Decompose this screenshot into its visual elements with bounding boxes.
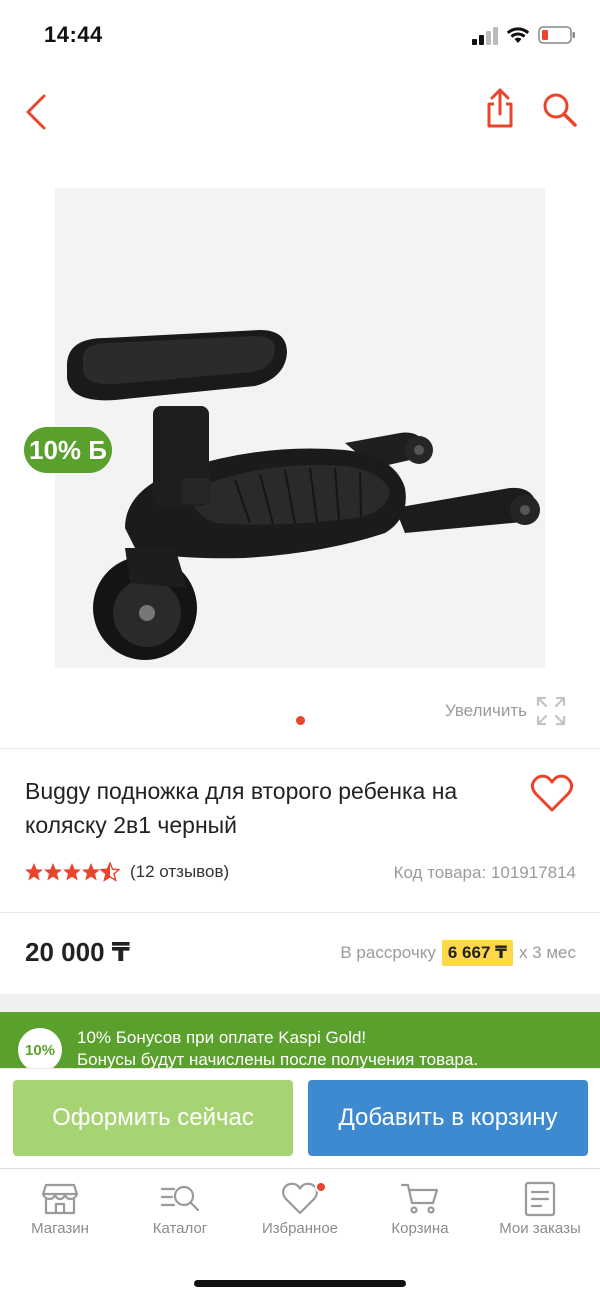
store-icon — [41, 1183, 79, 1215]
section-separator — [0, 994, 600, 1012]
search-icon[interactable] — [538, 88, 582, 132]
share-icon[interactable] — [480, 84, 520, 132]
tab-label: Мои заказы — [499, 1220, 581, 1237]
tab-favorites[interactable]: Избранное — [240, 1181, 360, 1247]
tab-store[interactable]: Магазин — [0, 1181, 120, 1247]
installment-prefix: В рассрочку — [340, 943, 436, 962]
bonus-badge: 10% Б — [24, 427, 112, 473]
product-image[interactable] — [55, 188, 545, 668]
wifi-icon — [506, 27, 530, 43]
installment-suffix: x 3 мес — [518, 943, 576, 962]
add-to-cart-button[interactable]: Добавить в корзину — [308, 1080, 588, 1156]
signal-icon — [472, 27, 498, 45]
expand-icon — [536, 696, 566, 726]
product-title: Buggy подножка для второго ребенка на ко… — [25, 778, 458, 838]
promo-subtitle: Бонусы будут начислены после получения т… — [77, 1050, 479, 1068]
installment-amount: 6 667 ₸ — [441, 940, 513, 966]
product-sku: Код товара: 101917814 — [393, 863, 576, 882]
top-nav — [0, 80, 600, 144]
favorite-heart-icon[interactable] — [530, 774, 574, 814]
orders-icon — [524, 1181, 556, 1217]
installment-info[interactable]: В рассрочку 6 667 ₸ x 3 мес — [340, 940, 576, 966]
reviews-link[interactable]: (12 отзывов) — [130, 862, 229, 882]
rating-stars-icon — [25, 862, 120, 882]
buy-now-button[interactable]: Оформить сейчас — [13, 1080, 293, 1156]
favorites-badge — [315, 1181, 327, 1193]
rating: (12 отзывов) — [24, 862, 229, 882]
tab-label: Каталог — [152, 1220, 208, 1237]
promo-title: 10% Бонусов при оплате Kaspi Gold! — [77, 1028, 367, 1047]
status-time: 14:44 — [44, 22, 103, 47]
cart-icon — [400, 1183, 439, 1214]
heart-icon — [281, 1182, 319, 1215]
kaspi-gold-promo[interactable]: 10% 10% Бонусов при оплате Kaspi Gold! Б… — [0, 1012, 600, 1068]
gallery-page-indicator — [296, 716, 305, 725]
tab-label: Корзина — [391, 1220, 449, 1237]
enlarge-label: Увеличить — [445, 701, 527, 720]
divider — [0, 912, 600, 913]
battery-icon — [538, 26, 575, 44]
divider — [0, 748, 600, 749]
tab-bar: Магазин Каталог Избранное Корзина Мои за… — [0, 1168, 600, 1297]
tab-label: Магазин — [31, 1220, 89, 1237]
home-indicator — [194, 1280, 406, 1287]
action-bar: Оформить сейчас Добавить в корзину — [0, 1068, 600, 1168]
enlarge-button[interactable]: Увеличить — [445, 696, 567, 726]
tab-label: Избранное — [261, 1220, 339, 1237]
status-bar: 14:44 — [0, 0, 600, 70]
product-price: 20 000 ₸ — [25, 937, 130, 967]
back-icon[interactable] — [18, 88, 58, 136]
tab-cart[interactable]: Корзина — [360, 1181, 480, 1247]
catalog-icon — [160, 1185, 200, 1212]
tab-catalog[interactable]: Каталог — [120, 1181, 240, 1247]
tab-orders[interactable]: Мои заказы — [480, 1181, 600, 1247]
promo-badge: 10% — [18, 1028, 62, 1068]
